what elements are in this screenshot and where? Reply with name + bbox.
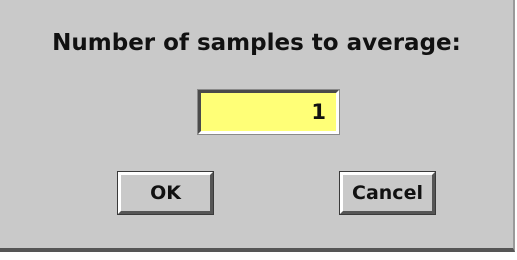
average-samples-dialog: Number of samples to average: 1 OK Cance… [0,0,515,252]
samples-prompt-label: Number of samples to average: [52,30,461,56]
samples-count-input[interactable]: 1 [197,89,340,135]
ok-button[interactable]: OK [117,171,214,215]
cancel-button[interactable]: Cancel [339,171,436,215]
